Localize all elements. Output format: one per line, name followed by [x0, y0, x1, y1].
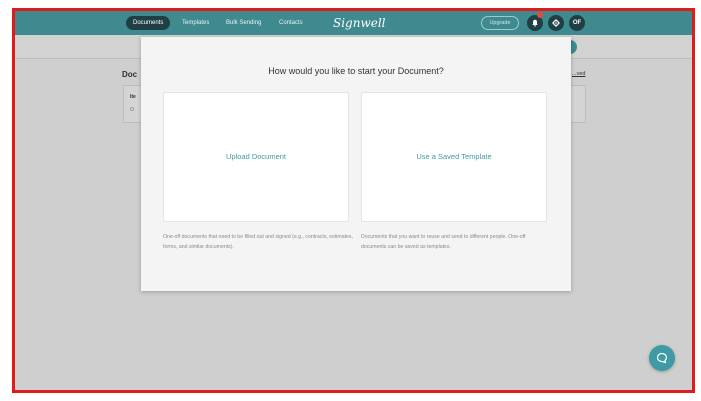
notification-badge — [537, 12, 543, 18]
upgrade-button[interactable]: Upgrade — [481, 16, 519, 30]
gear-icon — [552, 19, 560, 27]
chat-bubble-icon — [656, 352, 668, 364]
saved-template-description: Documents that you want to reuse and sen… — [361, 234, 526, 250]
saved-template-label: Use a Saved Template — [416, 152, 492, 161]
upload-document-option[interactable]: Upload Document — [163, 92, 349, 222]
app-window: Documents Templates Bulk Sending Contact… — [12, 8, 695, 393]
modal-title: How would you like to start your Documen… — [268, 66, 444, 76]
background-page-link: ...ved — [572, 71, 586, 77]
nav-tab-documents[interactable]: Documents — [126, 16, 171, 30]
nav-tab-templates[interactable]: Templates — [182, 16, 209, 30]
upload-document-description: One-off documents that need to be filled… — [163, 234, 353, 250]
signwell-logo[interactable]: Signwell — [333, 13, 386, 33]
settings-button[interactable] — [548, 15, 564, 31]
user-avatar[interactable]: OF — [569, 15, 585, 31]
nav-tab-bulk-sending[interactable]: Bulk Sending — [226, 16, 261, 30]
bell-icon — [532, 19, 538, 27]
background-card-line2: O — [130, 107, 134, 113]
upload-document-label: Upload Document — [225, 152, 287, 161]
start-document-modal: How would you like to start your Documen… — [141, 37, 571, 291]
top-navigation-bar: Documents Templates Bulk Sending Contact… — [15, 11, 692, 35]
background-page-heading: Doc — [122, 70, 138, 79]
saved-template-option[interactable]: Use a Saved Template — [361, 92, 547, 222]
chat-support-button[interactable] — [649, 345, 675, 371]
background-card-line1: Ite — [130, 94, 136, 100]
nav-tab-contacts[interactable]: Contacts — [279, 16, 303, 30]
